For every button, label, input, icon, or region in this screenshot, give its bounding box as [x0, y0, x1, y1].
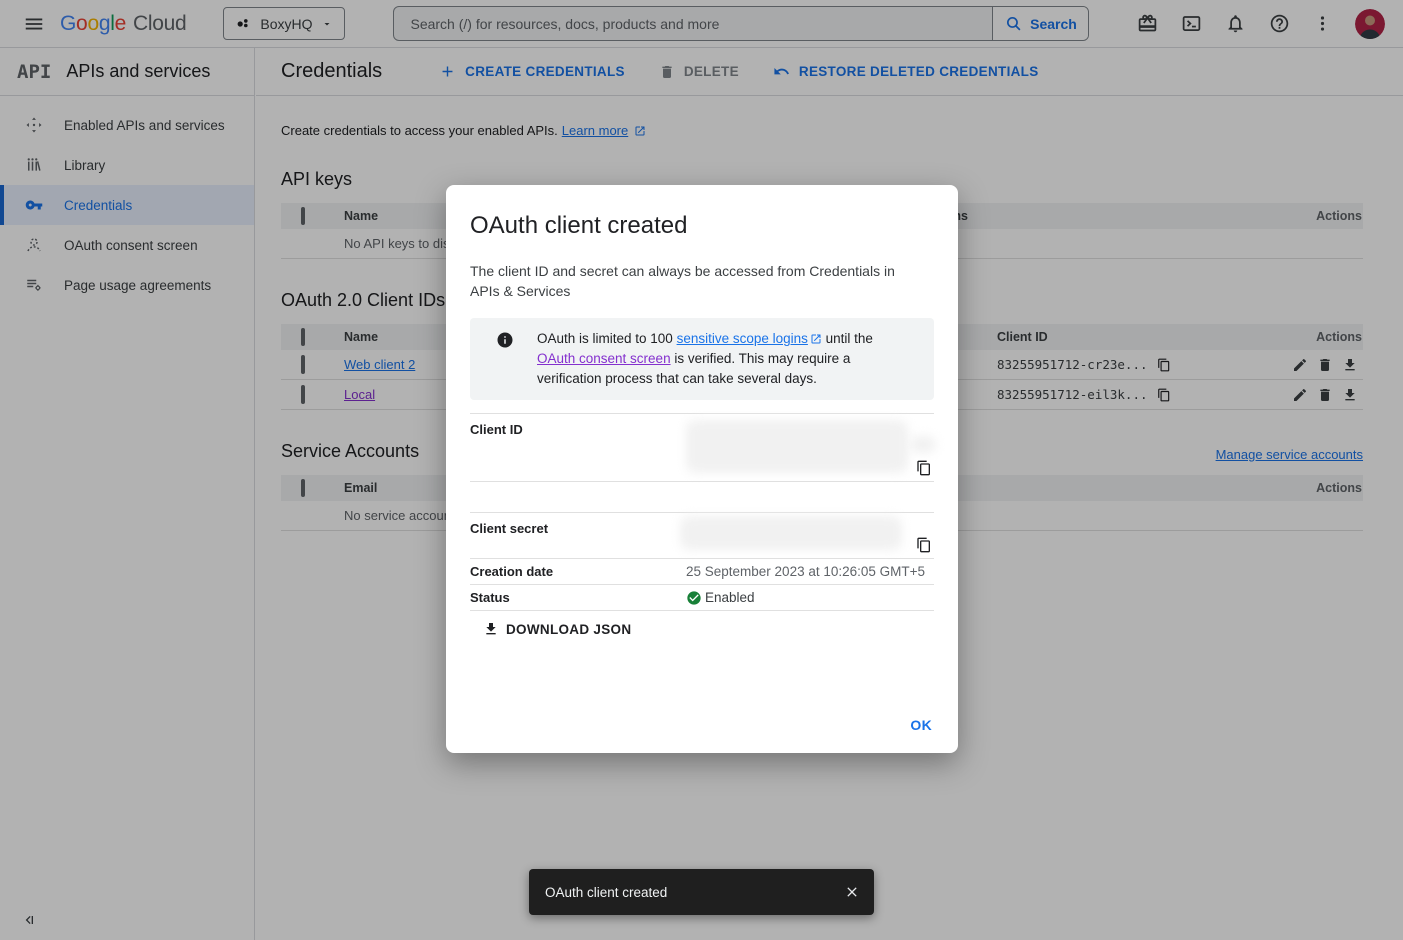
download-json-button[interactable]: DOWNLOAD JSON — [483, 621, 631, 637]
toast: OAuth client created — [529, 869, 874, 915]
oauth-client-created-dialog: OAuth client created The client ID and s… — [446, 185, 958, 753]
client-secret-row: Client secret — [470, 513, 934, 558]
row-spacer — [470, 482, 934, 512]
info-icon — [496, 331, 514, 349]
close-icon[interactable] — [844, 884, 860, 900]
dialog-title: OAuth client created — [470, 212, 934, 240]
verification-notice: OAuth is limited to 100 sensitive scope … — [470, 318, 934, 400]
copy-icon[interactable] — [916, 537, 932, 553]
creation-date-value: 25 September 2023 at 10:26:05 GMT+5 — [686, 564, 934, 579]
toast-message: OAuth client created — [545, 885, 667, 900]
google-cloud-console: Google Cloud BoxyHQ Search — [0, 0, 1403, 940]
external-link-icon — [810, 333, 822, 345]
oauth-consent-screen-link[interactable]: OAuth consent screen — [537, 351, 671, 366]
status-row: Status Enabled — [470, 585, 934, 610]
check-circle-icon — [686, 590, 702, 606]
dialog-subtitle: The client ID and secret can always be a… — [470, 261, 912, 301]
redacted-client-id-value — [686, 420, 908, 473]
status-value: Enabled — [686, 590, 934, 606]
ok-button[interactable]: OK — [910, 717, 932, 733]
redacted-client-secret-value — [680, 516, 902, 550]
copy-icon[interactable] — [916, 460, 932, 476]
download-icon — [483, 621, 499, 637]
redacted-client-id-value — [910, 436, 936, 453]
divider — [470, 610, 934, 611]
creation-date-row: Creation date 25 September 2023 at 10:26… — [470, 559, 934, 584]
client-secret-label: Client secret — [470, 513, 686, 558]
download-json-label: DOWNLOAD JSON — [506, 622, 631, 637]
client-id-row: Client ID — [470, 414, 934, 481]
status-text: Enabled — [705, 590, 755, 605]
sensitive-scope-logins-link[interactable]: sensitive scope logins — [677, 331, 808, 346]
notice-mid: until the — [822, 331, 873, 346]
client-id-label: Client ID — [470, 414, 686, 481]
creation-date-label: Creation date — [470, 564, 686, 579]
status-label: Status — [470, 590, 686, 605]
notice-pre: OAuth is limited to 100 — [537, 331, 677, 346]
notice-text: OAuth is limited to 100 sensitive scope … — [537, 329, 913, 389]
